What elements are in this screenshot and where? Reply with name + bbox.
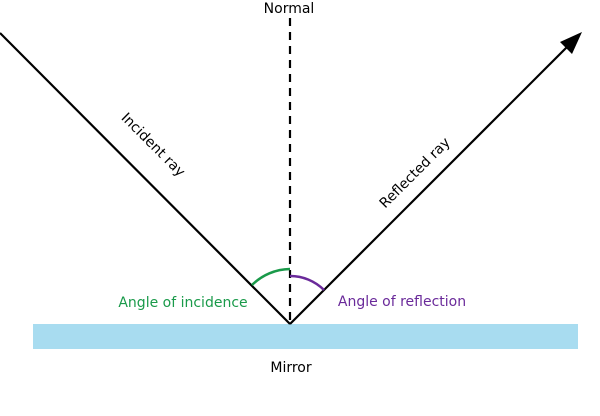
mirror-surface — [33, 324, 578, 349]
angle-of-reflection-label: Angle of reflection — [338, 294, 466, 310]
incident-ray-line — [0, 32, 291, 325]
incident-ray-label: Incident ray — [118, 110, 188, 180]
normal-label: Normal — [264, 1, 315, 17]
angle-of-incidence-arc — [251, 267, 291, 286]
mirror-label: Mirror — [270, 360, 311, 376]
angle-of-reflection-arc — [289, 274, 325, 291]
reflection-diagram: Normal Incident ray Reflected ray Angle … — [0, 1, 582, 376]
reflected-ray-line — [289, 37, 577, 325]
angle-of-incidence-label: Angle of incidence — [118, 295, 247, 311]
